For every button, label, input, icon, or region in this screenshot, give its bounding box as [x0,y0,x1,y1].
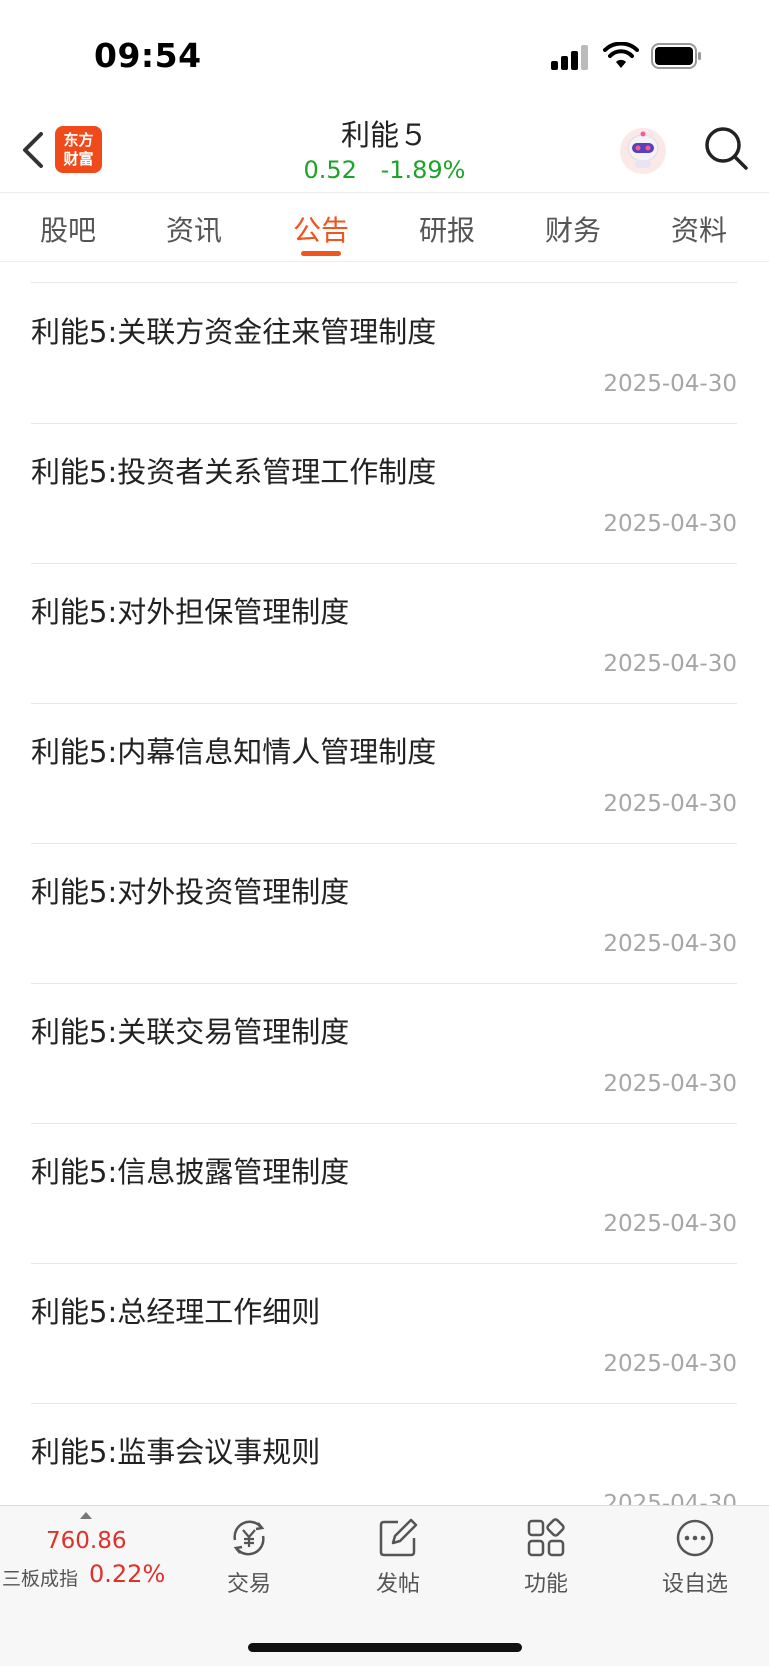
nav-compose-label: 发帖 [375,1572,420,1597]
battery-icon [651,43,701,69]
announcement-list[interactable]: 利能5:关联方资金往来管理制度 2025-04-30 利能5:投资者关系管理工作… [0,261,769,1505]
announcement-date: 2025-04-30 [603,1071,737,1097]
announcement-date: 2025-04-30 [603,791,737,817]
nav-functions-button[interactable]: 功能 [491,1516,601,1598]
active-tab-indicator [301,251,341,256]
tab-guba[interactable]: 股吧 [8,209,128,249]
announcement-title: 利能5:监事会议事规则 [31,1435,321,1469]
announcement-item[interactable]: 利能5:信息披露管理制度 2025-04-30 [31,1123,737,1264]
tab-profile[interactable]: 资料 [639,209,759,249]
index-name: 三板成指 [2,1568,79,1590]
announcement-date: 2025-04-30 [603,371,737,397]
home-indicator[interactable] [248,1643,522,1652]
tab-news[interactable]: 资讯 [134,209,254,249]
announcement-title: 利能5:信息披露管理制度 [31,1155,350,1189]
announcement-date: 2025-04-30 [603,651,737,677]
announcement-item[interactable]: 利能5:投资者关系管理工作制度 2025-04-30 [31,423,737,564]
stock-change-percent: -1.89% [380,156,466,184]
tab-finance[interactable]: 财务 [513,209,633,249]
index-change-percent: 0.22% [89,1560,166,1588]
cellular-signal-icon [551,44,591,70]
nav-add-watchlist-button[interactable]: 设自选 [640,1516,750,1598]
nav-add-watchlist-label: 设自选 [661,1572,728,1597]
announcement-date: 2025-04-30 [603,1491,737,1505]
announcement-item[interactable]: 利能5:总经理工作细则 2025-04-30 [31,1263,737,1404]
bottom-toolbar: 760.86 三板成指 0.22% 交易 发帖 功能 设自选 [0,1505,769,1666]
apps-icon [527,1518,565,1557]
wifi-icon [603,42,639,68]
announcement-item[interactable]: 利能5:内幕信息知情人管理制度 2025-04-30 [31,703,737,844]
announcement-item[interactable]: 利能5:对外投资管理制度 2025-04-30 [31,843,737,984]
compose-icon [379,1518,418,1557]
nav-functions-label: 功能 [523,1572,568,1597]
announcement-date: 2025-04-30 [603,931,737,957]
more-icon [676,1519,714,1557]
announcement-item[interactable]: 利能5:关联交易管理制度 2025-04-30 [31,983,737,1124]
stock-header: 东方 财富 利能５ 0.52 -1.89% [0,110,769,192]
tab-announcements[interactable]: 公告 [261,209,381,249]
announcement-title: 利能5:总经理工作细则 [31,1295,321,1329]
announcement-date: 2025-04-30 [603,1211,737,1237]
expand-caret-icon [80,1512,92,1519]
nav-compose-button[interactable]: 发帖 [343,1516,453,1598]
announcement-title: 利能5:对外担保管理制度 [31,595,350,629]
tab-research-reports[interactable]: 研报 [387,209,507,249]
section-tabs: 股吧 资讯 公告 研报 财务 资料 [0,192,769,262]
trade-icon [233,1520,265,1556]
nav-trade-button[interactable]: 交易 [194,1516,304,1598]
announcement-item[interactable]: 利能5:对外担保管理制度 2025-04-30 [31,563,737,704]
announcement-title: 利能5:内幕信息知情人管理制度 [31,735,437,769]
announcement-date: 2025-04-30 [603,1351,737,1377]
ai-assistant-robot-icon[interactable] [618,126,668,176]
nav-trade-label: 交易 [226,1572,271,1597]
index-value: 760.86 [46,1528,127,1554]
announcement-title: 利能5:关联方资金往来管理制度 [31,315,437,349]
announcement-item[interactable]: 利能5:监事会议事规则 2025-04-30 [31,1403,737,1505]
announcement-title: 利能5:对外投资管理制度 [31,875,350,909]
status-bar: 09:54 [0,0,769,110]
announcement-item[interactable]: 利能5:关联方资金往来管理制度 2025-04-30 [31,283,737,424]
search-icon[interactable] [702,124,750,172]
announcement-title: 利能5:关联交易管理制度 [31,1015,350,1049]
status-time: 09:54 [94,36,202,75]
announcement-date: 2025-04-30 [603,511,737,537]
announcement-title: 利能5:投资者关系管理工作制度 [31,455,437,489]
stock-price: 0.52 [303,156,357,184]
